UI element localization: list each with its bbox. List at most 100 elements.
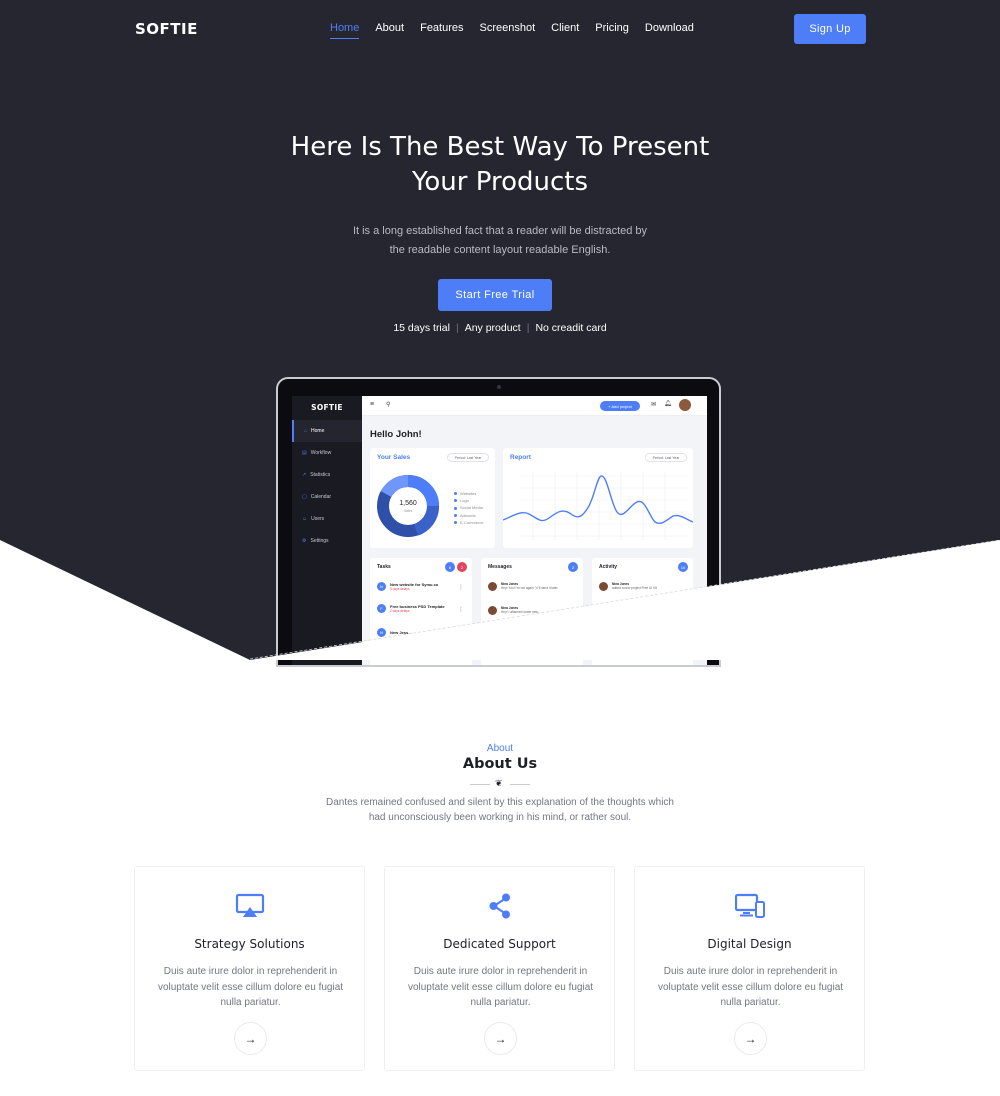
about-description-line-2: had unconsciously been working in his mi… [368,812,632,823]
report-period-select: Period: Last Year [645,453,687,462]
message-body: Hey! You! I'm not again :) I'll send it … [501,586,558,590]
nav-link-pricing[interactable]: Pricing [595,22,629,39]
service-description-line: Duis aute irure dolor in reprehenderit i… [663,966,838,977]
task-more-icon: ⋮ [458,585,464,591]
dashboard-nav-label: Calendar [310,494,332,500]
service-description: Duis aute irure dolor in reprehenderit i… [395,964,606,1011]
arrow-right-icon: → [494,1031,507,1046]
service-description-line: nulla pariatur. [470,997,531,1008]
sales-total-label: Sales [403,509,413,513]
legend-item: Websites [454,490,484,497]
sign-up-button[interactable]: Sign Up [794,14,866,44]
home-icon: ⌂ [304,428,308,434]
devices-icon [735,893,765,918]
hero-description: It is a long established fact that a rea… [320,222,680,260]
sales-total: 1,560 [399,500,417,507]
mail-icon: ✉ [651,402,657,408]
nav-link-about[interactable]: About [375,22,404,39]
legend-item: Social Media [454,504,484,511]
bell-icon: 🔔︎ [664,401,672,407]
task-text: New website for Symu.co 5 days delays [390,582,438,591]
message-body: Hey! I attached some new... [501,610,541,614]
calendar-icon: ▢ [302,494,307,500]
legend-item: Adwords [454,512,484,519]
nav-link-home[interactable]: Home [330,22,360,39]
sales-card-title: Your Sales [377,454,411,461]
legend-item: Logo [454,497,484,504]
about-title: About Us [462,756,538,772]
service-description: Duis aute irure dolor in reprehenderit i… [145,964,356,1011]
legend-dot [454,492,457,496]
nav-link-features[interactable]: Features [420,22,463,39]
service-arrow-button[interactable]: → [484,1022,517,1055]
activity-avatar [599,582,608,591]
feature-product: Any product [464,322,521,334]
messages-badge: 2 [568,562,578,572]
add-project-button: + Add project [600,401,640,411]
dashboard-nav-label: Home [311,428,325,434]
messages-title: Messages [488,564,512,570]
service-card-support: Dedicated Support Duis aute irure dolor … [384,866,615,1071]
hero-description-line-2: the readable content layout readable Eng… [389,244,611,256]
arrow-right-icon: → [244,1031,257,1046]
nav-link-download[interactable]: Download [645,22,694,39]
feature-no-card: No creadit card [535,322,607,334]
service-arrow-button[interactable]: → [734,1022,767,1055]
task-title: New Jess... [390,630,412,635]
nav-link-screenshot[interactable]: Screenshot [480,22,536,39]
legend-label: E-Commerce [460,519,484,525]
settings-icon: ⚙ [302,538,307,544]
task-item: N New website for Symu.co 5 days delays [377,582,438,591]
hero-title-line-1: Here Is The Best Way To Present [290,132,710,162]
statistics-icon: ↗ [302,472,307,478]
feature-separator: | [455,322,459,334]
dashboard-sidebar: SOFTIE ⌂ Home ▤ Workflow ↗ Statistics ▢ Cale… [292,396,362,665]
tasks-badge: 6 [445,562,455,572]
activity-text: Nina Jones added a new project Free UI Ki… [612,582,657,590]
laptop-mockup: SOFTIE ⌂ Home ▤ Workflow ↗ Statistics ▢ Cale… [276,377,721,667]
dashboard-nav-label: Users [311,516,325,522]
dashboard-screenshot: SOFTIE ⌂ Home ▤ Workflow ↗ Statistics ▢ Cale… [292,396,707,665]
dashboard-nav-workflow: ▤ Workflow [292,442,362,464]
airplay-icon [235,893,265,917]
nav-link-client[interactable]: Client [551,22,579,39]
service-description-line: Duis aute irure dolor in reprehenderit i… [163,966,338,977]
dashboard-nav: ⌂ Home ▤ Workflow ↗ Statistics ▢ Calendar ☺ U… [292,420,362,552]
section-divider: ❦ [470,778,530,788]
about-description-line-1: Dantes remained confused and silent by t… [326,797,674,808]
legend-label: Social Media [460,505,483,511]
laptop-camera [497,385,501,389]
legend-dot [454,499,457,503]
service-description-line: Duis aute irure dolor in reprehenderit i… [413,966,588,977]
start-free-trial-button[interactable]: Start Free Trial [438,279,552,311]
task-text: Free business PSD Template 2 days delays [390,604,445,613]
activity-title: Activity [599,564,618,570]
tasks-alert-badge: 2 [457,562,467,572]
service-arrow-button[interactable]: → [234,1022,267,1055]
main-nav: Home About Features Screenshot Client Pr… [330,22,694,39]
about-description: Dantes remained confused and silent by t… [300,795,700,825]
service-card-strategy: Strategy Solutions Duis aute irure dolor… [134,866,365,1071]
activity-card: Activity 10 Nina Jones added a new projec… [592,558,693,665]
message-text: Nina Jones Hey! You! I'm not again :) I'l… [501,582,558,590]
task-initial: N [377,582,386,591]
dashboard-nav-calendar: ▢ Calendar [292,486,362,508]
tasks-card: Tasks 6 2 N New website for Symu.co 5 day… [370,558,472,665]
users-icon: ☺ [302,516,308,522]
task-item: N New Jess... [377,628,412,637]
legend-dot [454,513,457,517]
dashboard-nav-label: Statistics [310,472,331,478]
feature-trial: 15 days trial [393,322,450,334]
task-item: F Free business PSD Template 2 days delay… [377,604,445,613]
dashboard-nav-statistics: ↗ Statistics [292,464,362,486]
legend-dot [454,520,457,524]
hero-description-line-1: It is a long established fact that a rea… [352,225,648,237]
divider-line [510,784,530,785]
legend-label: Websites [460,491,477,496]
service-description-line: voluptate velit esse cillum dolore eu fu… [407,981,594,993]
legend-dot [454,506,457,510]
feature-separator: | [526,322,530,334]
dashboard-nav-label: Settings [310,538,329,544]
site-logo[interactable]: SOFTIE [135,20,198,38]
task-more-icon: ⋮ [458,607,464,613]
